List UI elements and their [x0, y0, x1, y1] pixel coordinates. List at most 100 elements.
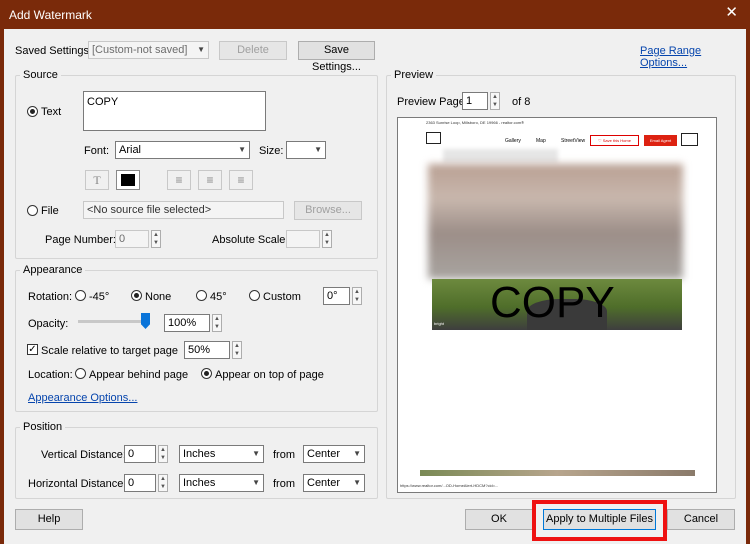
- location-top-label: Appear on top of page: [215, 369, 324, 381]
- rotation-custom-label: Custom: [263, 291, 301, 303]
- preview-page-stepper[interactable]: ▲ ▼: [490, 92, 500, 110]
- rotation-custom-radio[interactable]: [249, 290, 260, 301]
- saved-settings-dropdown[interactable]: [Custom-not saved] ▼: [88, 41, 209, 59]
- rotation-none-radio[interactable]: [131, 290, 142, 301]
- vertical-distance-input[interactable]: 0: [124, 445, 156, 463]
- text-radio[interactable]: [27, 106, 38, 117]
- ok-button[interactable]: OK: [465, 509, 533, 530]
- preview-page-count: of 8: [512, 96, 531, 108]
- rotation-custom-input[interactable]: 0°: [323, 287, 350, 305]
- source-file-field: <No source file selected>: [83, 201, 284, 219]
- scale-input[interactable]: 50%: [184, 341, 230, 359]
- rotation-45-radio[interactable]: [196, 290, 207, 301]
- save-settings-button[interactable]: Save Settings...: [298, 41, 375, 73]
- page-range-options-link[interactable]: Page Range Options...: [640, 45, 750, 69]
- rotation-none-label: None: [145, 291, 172, 303]
- cancel-button[interactable]: Cancel: [667, 509, 735, 530]
- rotation-minus45-label: -45°: [89, 291, 110, 303]
- vertical-unit-value: Inches: [183, 448, 216, 460]
- horizontal-from-label: from: [273, 478, 295, 490]
- vertical-from-dropdown[interactable]: Center ▼: [303, 445, 365, 463]
- opacity-slider-track[interactable]: [78, 320, 150, 323]
- preview-blurred-photo: [428, 164, 683, 279]
- preview-page: 2363 Sunrise Loop, Millsboro, DE 19966 -…: [397, 117, 717, 493]
- source-group-title: Source: [20, 69, 61, 81]
- scale-relative-checkbox[interactable]: ✓: [27, 344, 38, 355]
- horizontal-from-dropdown[interactable]: Center ▼: [303, 474, 365, 492]
- vertical-distance-stepper[interactable]: ▲ ▼: [158, 445, 168, 463]
- preview-doc-header: 2363 Sunrise Loop, Millsboro, DE 19966 -…: [426, 120, 525, 125]
- vertical-unit-dropdown[interactable]: Inches ▼: [179, 445, 264, 463]
- size-label: Size:: [259, 145, 284, 157]
- chevron-down-icon: ▼: [238, 145, 246, 154]
- rotation-label: Rotation:: [28, 291, 73, 303]
- page-number-label: Page Number:: [45, 234, 116, 246]
- apply-to-multiple-files-button[interactable]: Apply to Multiple Files: [543, 509, 656, 530]
- location-label: Location:: [28, 369, 73, 381]
- page-number-stepper[interactable]: ▲ ▼: [151, 230, 161, 248]
- vertical-distance-label: Vertical Distance:: [41, 449, 126, 461]
- file-radio-label: File: [41, 205, 59, 217]
- window-border-right: [746, 29, 750, 544]
- saved-settings-label: Saved Settings:: [15, 45, 93, 57]
- delete-button[interactable]: Delete: [219, 41, 287, 60]
- scale-stepper[interactable]: ▲ ▼: [232, 341, 242, 359]
- preview-save-home-button: ♡ Save this Home: [590, 135, 639, 146]
- help-button[interactable]: Help: [15, 509, 83, 530]
- chevron-down-icon: ▼: [252, 478, 260, 487]
- page-number-input[interactable]: 0: [115, 230, 149, 248]
- chevron-down-icon: ▼: [353, 449, 361, 458]
- preview-email-agent-button: Email Agent: [644, 135, 677, 146]
- preview-blur-bar: [443, 149, 558, 163]
- preview-doc-footer: https://www.realtor.com/...OD-HomeAlert-…: [400, 483, 499, 488]
- preview-nav-gallery: Gallery: [505, 138, 521, 144]
- align-right-icon[interactable]: ≡: [229, 170, 253, 190]
- horizontal-from-value: Center: [307, 477, 341, 489]
- window-border-left: [0, 29, 4, 544]
- preview-page-label: Preview Page: [397, 96, 465, 108]
- font-label: Font:: [84, 145, 110, 157]
- location-top-radio[interactable]: [201, 368, 212, 379]
- align-left-icon[interactable]: ≡: [167, 170, 191, 190]
- opacity-stepper[interactable]: ▲ ▼: [212, 314, 222, 332]
- rotation-minus45-radio[interactable]: [75, 290, 86, 301]
- rotation-45-label: 45°: [210, 291, 227, 303]
- preview-group-title: Preview: [391, 69, 437, 81]
- title-bar: Add Watermark ✕: [0, 0, 750, 29]
- browse-button[interactable]: Browse...: [294, 201, 362, 220]
- watermark-preview-text: COPY: [490, 278, 615, 327]
- font-dropdown[interactable]: Arial ▼: [115, 141, 250, 159]
- color-swatch: [121, 174, 135, 186]
- window-title: Add Watermark: [9, 8, 92, 22]
- file-radio[interactable]: [27, 205, 38, 216]
- chevron-down-icon: ▼: [197, 45, 205, 54]
- absolute-scale-stepper[interactable]: ▲ ▼: [322, 230, 332, 248]
- horizontal-unit-dropdown[interactable]: Inches ▼: [179, 474, 264, 492]
- horizontal-distance-label: Horizontal Distance:: [28, 478, 127, 490]
- watermark-text-input[interactable]: COPY: [83, 91, 266, 131]
- preview-icon-box: [681, 133, 698, 146]
- chevron-down-icon: ▼: [252, 449, 260, 458]
- size-dropdown[interactable]: ▼: [286, 141, 326, 159]
- absolute-scale-input[interactable]: [286, 230, 320, 248]
- rotation-custom-stepper[interactable]: ▲ ▼: [352, 287, 362, 305]
- horizontal-unit-value: Inches: [183, 477, 216, 489]
- appearance-options-link[interactable]: Appearance Options...: [28, 392, 137, 404]
- text-style-icon[interactable]: T: [85, 170, 109, 190]
- opacity-label: Opacity:: [28, 318, 69, 330]
- position-group-title: Position: [20, 421, 66, 433]
- location-behind-label: Appear behind page: [89, 369, 189, 381]
- opacity-input[interactable]: 100%: [164, 314, 210, 332]
- horizontal-distance-stepper[interactable]: ▲ ▼: [158, 474, 168, 492]
- color-picker-button[interactable]: [116, 170, 140, 190]
- vertical-from-label: from: [273, 449, 295, 461]
- preview-page-input[interactable]: 1: [462, 92, 488, 110]
- align-center-icon[interactable]: ≡: [198, 170, 222, 190]
- close-icon[interactable]: ✕: [725, 5, 738, 20]
- vertical-from-value: Center: [307, 448, 341, 460]
- horizontal-distance-input[interactable]: 0: [124, 474, 156, 492]
- preview-bottom-strip: [420, 470, 695, 476]
- preview-nav-map: Map: [536, 138, 546, 144]
- absolute-scale-label: Absolute Scale:: [212, 234, 289, 246]
- location-behind-radio[interactable]: [75, 368, 86, 379]
